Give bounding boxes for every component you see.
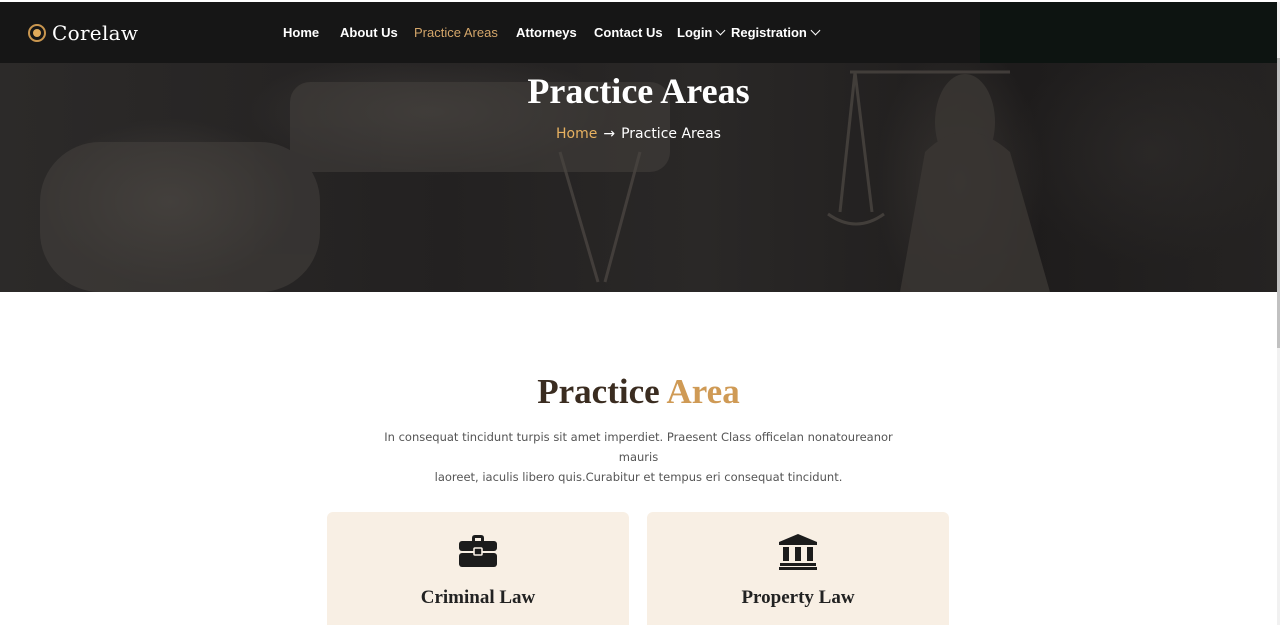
nav-login-dropdown[interactable]: Login [677,25,726,40]
brand-name: Corelaw [52,21,139,45]
chevron-down-icon [810,25,821,36]
nav-login-label: Login [677,25,713,40]
sun-logo-icon [28,24,46,42]
briefcase-icon [459,534,497,572]
bank-icon [779,534,817,574]
nav-contact-us[interactable]: Contact Us [594,25,663,40]
section-description-line1: In consequat tincidunt turpis sit amet i… [384,430,893,464]
nav-registration-label: Registration [731,25,807,40]
breadcrumb-current: Practice Areas [621,126,721,142]
section-heading-part2: Area [666,372,740,411]
card-title: Criminal Law [420,587,536,608]
breadcrumb: Home → Practice Areas [0,126,1277,142]
nav-home[interactable]: Home [283,25,319,40]
practice-card-property-law[interactable]: Property Law [647,512,949,625]
nav-registration-dropdown[interactable]: Registration [731,25,821,40]
section-description-line2: laoreet, iaculis libero quis.Curabitur e… [434,470,843,484]
nav-about-us[interactable]: About Us [340,25,398,40]
section-heading: Practice Area [0,372,1277,412]
page-title: Practice Areas [527,71,750,111]
top-navbar: Corelaw Home About Us Practice Areas Att… [0,2,1277,63]
brand-logo[interactable]: Corelaw [28,21,138,45]
section-heading-part1: Practice [537,372,660,411]
breadcrumb-home-link[interactable]: Home [556,126,597,142]
nav-practice-areas[interactable]: Practice Areas [414,25,498,40]
nav-attorneys[interactable]: Attorneys [516,25,577,40]
section-description: In consequat tincidunt turpis sit amet i… [370,427,907,487]
card-title: Property Law [741,587,855,608]
arrow-right-icon: → [603,126,616,142]
chevron-down-icon [715,25,726,36]
practice-card-criminal-law[interactable]: Criminal Law [327,512,629,625]
navbar-right-panel [980,2,1277,63]
